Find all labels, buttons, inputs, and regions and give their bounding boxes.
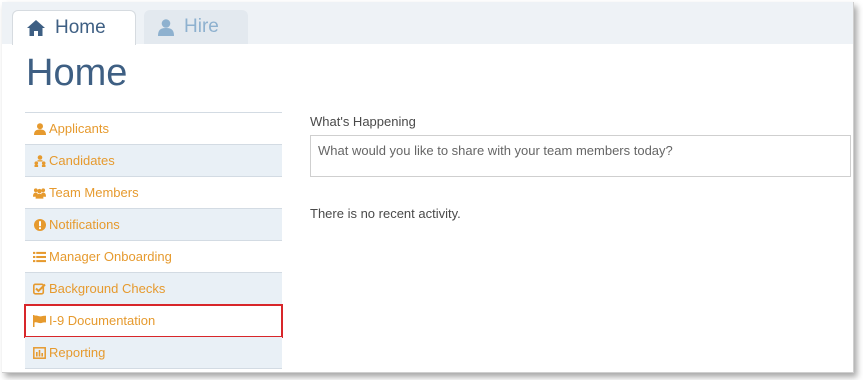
tab-home[interactable]: Home [12,10,136,45]
sidebar-item-notifications[interactable]: Notifications [25,209,282,241]
whats-happening-label: What's Happening [310,114,416,129]
page-title: Home [26,52,128,94]
sidebar-item-label: Candidates [49,153,115,168]
user-icon [33,122,46,135]
tab-hire-label: Hire [184,16,219,37]
sidebar-item-applicants[interactable]: Applicants [25,113,282,145]
tab-home-label: Home [55,17,106,38]
sidebar-item-label: I-9 Documentation [49,313,156,328]
activity-panel: What's Happening What would you like to … [310,112,852,221]
no-activity-message: There is no recent activity. [310,206,461,221]
sidebar-item-manager-onboarding[interactable]: Manager Onboarding [25,241,282,273]
bar-chart-icon [33,346,46,359]
sidebar-item-label: Notifications [49,217,120,232]
sidebar-item-label: Applicants [49,121,109,136]
sidebar-item-background-checks[interactable]: Background Checks [25,273,282,305]
users-icon [33,187,46,199]
share-input[interactable]: What would you like to share with your t… [310,135,851,177]
flag-icon [33,314,46,327]
sidebar-item-team-members[interactable]: Team Members [25,177,282,209]
org-chart-icon [33,154,46,167]
tab-hire[interactable]: Hire [144,10,248,44]
home-icon [27,20,45,36]
user-icon [158,18,174,36]
sidebar-item-label: Background Checks [49,281,166,296]
check-square-icon [33,282,46,295]
sidebar-item-label: Manager Onboarding [49,249,172,264]
app-window: Home Hire Home Applicants Candidates Tea… [2,2,854,373]
sidebar-item-i9-documentation[interactable]: I-9 Documentation [24,304,283,338]
tab-bar: Home Hire [2,2,853,45]
sidebar-nav: Applicants Candidates Team Members Notif… [24,112,283,369]
exclamation-circle-icon [33,218,46,231]
list-icon [33,251,46,263]
sidebar-item-label: Reporting [49,345,106,360]
sidebar-item-reporting[interactable]: Reporting [25,337,282,369]
sidebar-item-candidates[interactable]: Candidates [25,145,282,177]
sidebar-item-label: Team Members [49,185,139,200]
